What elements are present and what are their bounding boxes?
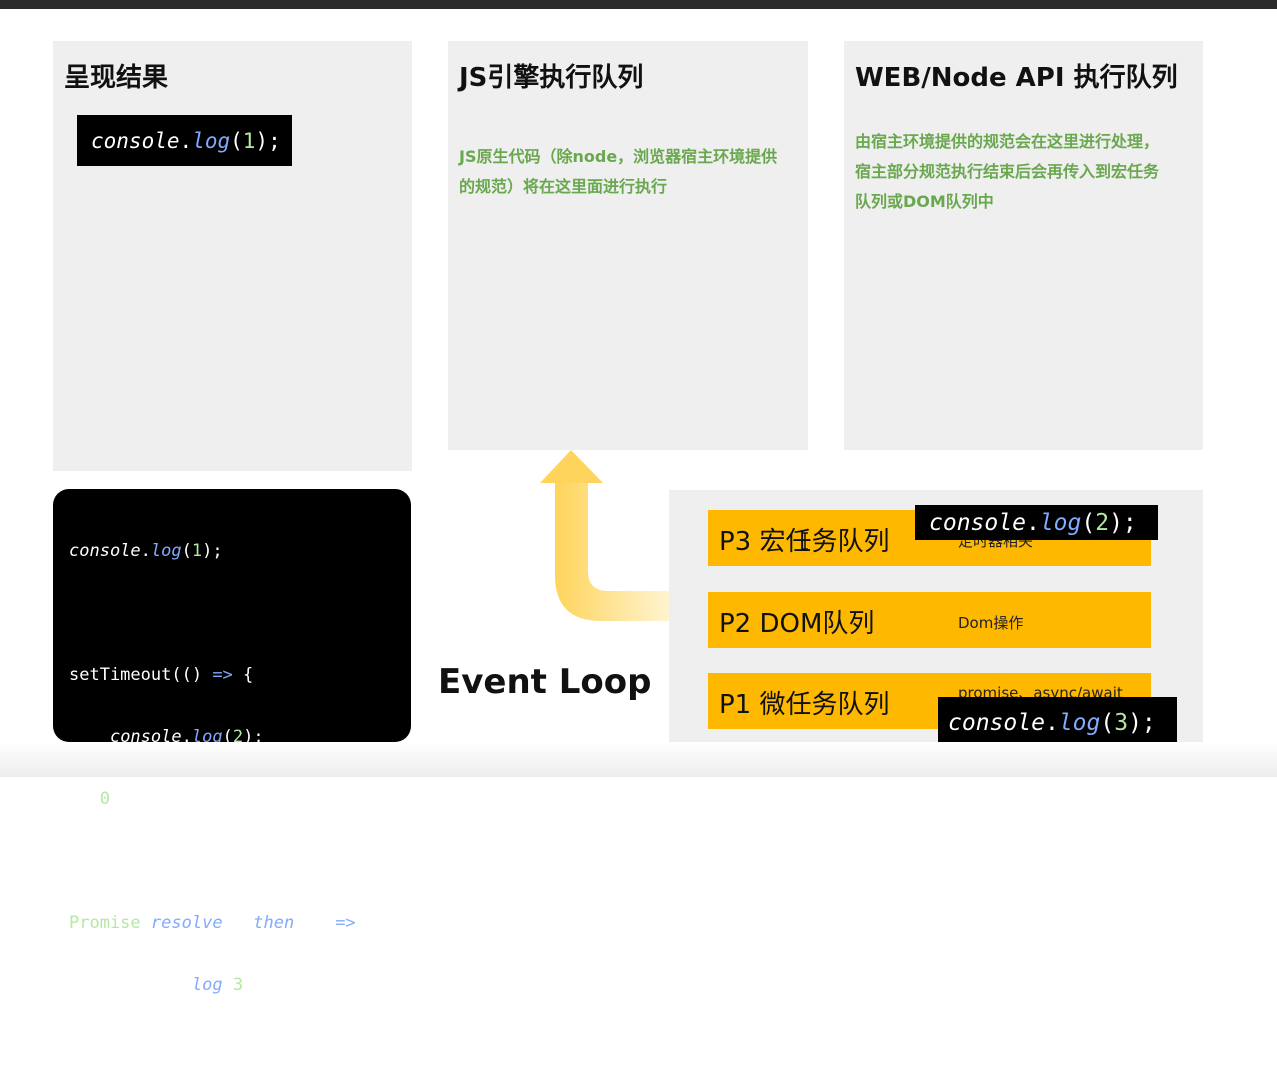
code-token: then [253,913,295,933]
queue-label: P1 微任务队列 [719,690,890,720]
code-line-5: }, 0); [69,789,131,809]
event-loop-arrow-icon [540,450,670,621]
js-engine-panel: JS引擎执行队列 JS原生代码（除node，浏览器宿主环境提供 的规范）将在这里… [448,41,808,450]
web-api-panel: WEB/Node API 执行队列 由宿主环境提供的规范会在这里进行处理， 宿主… [844,41,1203,450]
code-token: 0 [99,789,110,809]
code-line-7: Promise.resolve().then(() => { [69,913,377,933]
chip-method: log [1039,509,1082,536]
web-api-note-line: 宿主部分规范执行结束后会再传入到宏任务 [855,162,1160,181]
chip-arg: 2 [1095,509,1110,536]
code-token: console [109,975,182,995]
chip-arg: 1 [242,128,256,153]
js-engine-note-line: 的规范）将在这里面进行执行 [459,177,668,196]
chip-obj: console [91,128,180,153]
bottom-shade [0,742,1277,777]
js-engine-note: JS原生代码（除node，浏览器宿主环境提供 的规范）将在这里面进行执行 [459,142,804,202]
code-line-3: setTimeout(() => { [69,665,254,685]
chip-obj: console [929,509,1026,536]
code-line-9: }); [69,1037,100,1057]
text-cursor-icon [802,532,808,550]
web-api-panel-title: WEB/Node API 执行队列 [855,63,1178,93]
code-token: 1 [191,541,203,561]
code-token: log [150,541,182,561]
result-panel-title: 呈现结果 [64,63,169,93]
source-code-block: console.log(1); setTimeout(() => { conso… [53,489,411,1057]
dom-queue: P2 DOM队列 Dom操作 [708,592,1151,648]
chip-method: log [192,128,231,153]
chip-tail: ); [255,128,281,153]
code-token: log [191,975,223,995]
web-api-note-line: 队列或DOM队列中 [855,192,994,211]
chip-tail: ); [1128,710,1156,736]
code-token: => [335,913,356,933]
code-token: 3 [232,975,244,995]
top-window-bar [0,0,1277,9]
code-token: => [212,665,233,685]
result-output-chip: console. log(1); [77,115,292,166]
web-api-note: 由宿主环境提供的规范会在这里进行处理， 宿主部分规范执行结束后会再传入到宏任务 … [855,127,1200,217]
code-token: console [69,541,141,561]
event-loop-label: Event Loop [438,662,652,702]
code-line-1: console.log(1); [69,541,223,561]
js-engine-panel-title: JS引擎执行队列 [459,63,644,93]
js-engine-note-line: JS原生代码（除node，浏览器宿主环境提供 [459,147,778,166]
macrotask-chip: console. log(2); [915,505,1158,540]
code-token: resolve [150,913,223,933]
code-token: Promise [69,913,141,933]
chip-tail: ); [1109,509,1137,536]
code-token: setTimeout [69,665,172,685]
chip-arg: 3 [1114,710,1129,736]
chip-method: log [1058,710,1101,736]
queue-label: P2 DOM队列 [719,609,875,639]
chip-obj: console [948,710,1045,736]
queue-desc: Dom操作 [958,614,1024,632]
code-line-8: console.log(3); [109,975,264,995]
web-api-note-line: 由宿主环境提供的规范会在这里进行处理， [855,132,1160,151]
result-panel: 呈现结果 console. log(1); [53,41,412,471]
